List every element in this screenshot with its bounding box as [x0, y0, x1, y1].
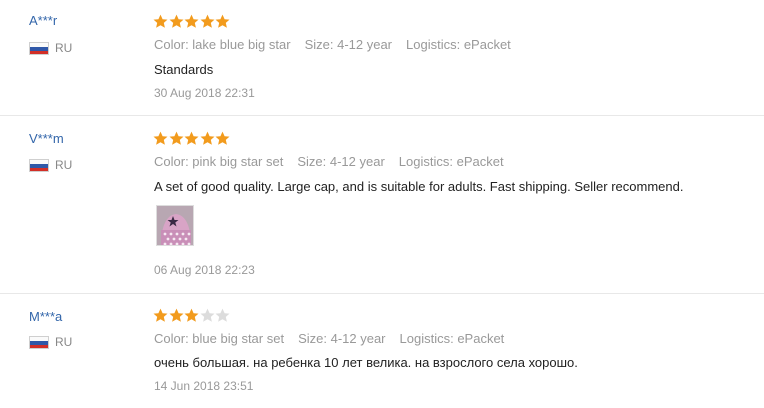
reviewer-country: RU	[29, 335, 72, 349]
country-code: RU	[55, 41, 73, 55]
review-text: A set of good quality. Large cap, and is…	[154, 179, 684, 194]
review-date: 06 Aug 2018 22:23	[154, 263, 255, 277]
star-filled-icon	[169, 14, 183, 28]
color-attribute: Color: blue big star set	[154, 331, 285, 346]
star-empty-icon	[200, 308, 214, 322]
logistics-attribute: Logistics: ePacket	[398, 154, 504, 169]
review-attributes: Color: lake blue big star Size: 4-12 year…	[154, 37, 525, 53]
review-date: 14 Jun 2018 23:51	[154, 379, 254, 393]
review-item	[0, 294, 764, 408]
size-attribute: Size: 4-12 year	[297, 154, 385, 169]
logistics-attribute: Logistics: ePacket	[399, 331, 505, 346]
reviewer-country: RU	[29, 41, 72, 55]
reviewer-name-link[interactable]: V***m	[29, 131, 64, 147]
star-filled-icon	[184, 308, 199, 322]
star-filled-icon	[169, 308, 183, 322]
star-filled-icon	[153, 14, 168, 28]
rating-stars	[153, 131, 231, 146]
reviewer-name[interactable]: V***m	[29, 131, 64, 147]
star-filled-icon	[153, 131, 168, 145]
review-text: Standards	[154, 62, 214, 77]
color-attribute: Color: pink big star set	[154, 154, 284, 169]
star-filled-icon	[153, 308, 168, 322]
reviewer-country: RU	[29, 158, 72, 172]
review-attributes: Color: pink big star set Size: 4-12 year L…	[154, 154, 518, 170]
reviewer-name-link[interactable]: A***r	[29, 13, 57, 29]
review-date: 30 Aug 2018 22:31	[154, 86, 255, 100]
reviewer-name[interactable]: A***r	[29, 13, 57, 29]
review-attributes: Color: blue big star set Size: 4-12 year L…	[154, 331, 518, 347]
color-attribute: Color: lake blue big star	[154, 37, 291, 52]
star-filled-icon	[200, 14, 214, 28]
country-code: RU	[55, 158, 73, 172]
star-filled-icon	[215, 14, 230, 28]
reviewer-name-link[interactable]: M***a	[29, 309, 62, 325]
logistics-attribute: Logistics: ePacket	[406, 37, 511, 52]
review-item	[0, 116, 764, 294]
star-empty-icon	[215, 308, 230, 322]
star-filled-icon	[215, 131, 230, 145]
star-filled-icon	[169, 131, 183, 145]
review-item	[0, 0, 764, 116]
star-filled-icon	[184, 131, 199, 145]
size-attribute: Size: 4-12 year	[304, 37, 393, 52]
russia-flag-icon	[29, 41, 49, 55]
hat-photo-image	[157, 206, 193, 245]
review-photo-thumbnail[interactable]	[156, 205, 194, 246]
country-code: RU	[55, 335, 73, 349]
star-filled-icon	[184, 14, 199, 28]
review-text: очень большая. на ребенка 10 лет велика.…	[154, 355, 578, 370]
rating-stars	[153, 308, 231, 323]
star-filled-icon	[200, 131, 214, 145]
russia-flag-icon	[29, 158, 49, 172]
size-attribute: Size: 4-12 year	[298, 331, 386, 346]
russia-flag-icon	[29, 335, 49, 349]
reviewer-name[interactable]: M***a	[29, 309, 62, 325]
rating-stars	[153, 14, 231, 29]
